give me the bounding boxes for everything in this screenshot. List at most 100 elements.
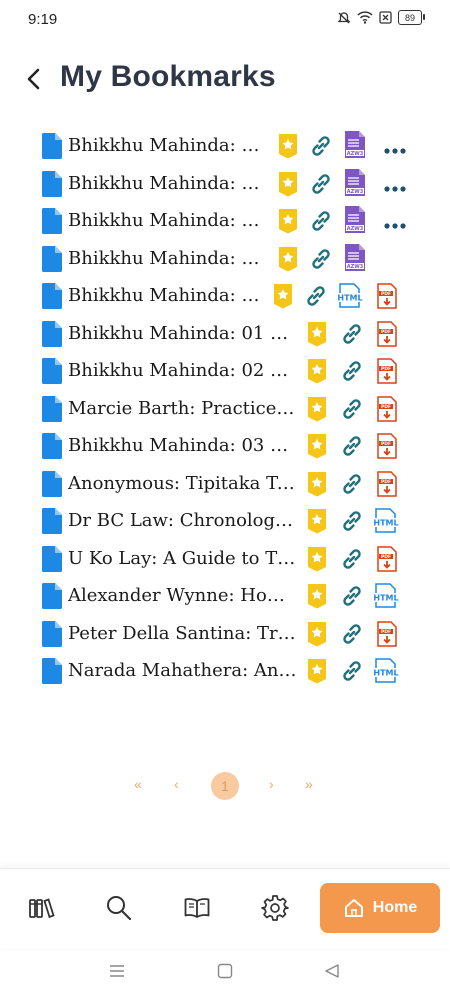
pdf-file-icon[interactable]: PDF — [376, 470, 402, 497]
azw3-file-icon[interactable]: AZW3 — [343, 243, 369, 271]
bookmark-title[interactable]: Dr BC Law: Chronology of the Pali Canon — [68, 510, 298, 534]
document-icon — [42, 395, 62, 422]
library-icon[interactable] — [27, 893, 57, 923]
svg-text:HTML: HTML — [373, 519, 398, 528]
link-icon[interactable] — [339, 396, 365, 422]
more-options-icon[interactable] — [384, 180, 406, 192]
pdf-file-icon[interactable]: PDF — [376, 433, 402, 459]
html-file-icon[interactable]: HTML — [372, 508, 399, 534]
link-icon[interactable] — [339, 658, 365, 684]
link-icon[interactable] — [339, 621, 365, 647]
current-page-button[interactable]: 1 — [211, 772, 239, 800]
open-book-icon[interactable] — [182, 893, 212, 923]
azw3-file-icon[interactable]: AZW3 — [343, 206, 369, 233]
svg-text:PDF: PDF — [381, 404, 391, 410]
svg-text:HTML: HTML — [373, 594, 398, 603]
bookmark-title[interactable]: Bhikkhu Mahinda: The Spirit of the Buddh… — [68, 135, 268, 159]
last-page-button[interactable]: » — [305, 776, 313, 792]
bookmark-title[interactable]: Bhikkhu Mahinda: The Spirit of the Buddh… — [68, 173, 268, 197]
pdf-file-icon[interactable]: PDF — [376, 545, 402, 572]
bookmark-row: Anonymous: Tipitaka Texts PDF — [0, 465, 450, 503]
pdf-file-icon[interactable]: PDF — [376, 620, 402, 647]
link-icon[interactable] — [308, 208, 334, 234]
bookmark-badge-icon[interactable] — [306, 546, 332, 572]
svg-text:HTML: HTML — [373, 669, 398, 678]
home-button[interactable]: Home — [320, 883, 440, 933]
document-icon — [42, 245, 62, 272]
first-page-button[interactable]: « — [134, 776, 142, 792]
bookmark-badge-icon[interactable] — [277, 133, 303, 159]
bookmark-title[interactable]: Bhikkhu Mahinda: The Spirit of the Buddh… — [68, 210, 268, 234]
azw3-file-icon[interactable]: AZW3 — [343, 131, 369, 158]
more-options-icon[interactable] — [384, 142, 406, 154]
pdf-file-icon[interactable]: PDF — [376, 358, 402, 384]
pdf-file-icon[interactable]: PDF — [376, 283, 402, 309]
link-icon[interactable] — [308, 246, 334, 272]
bookmark-title[interactable]: Peter Della Santina: Tree of Enlightenme… — [68, 623, 298, 647]
bookmark-title[interactable]: Marcie Barth: Practice of Meditation — [68, 398, 298, 422]
html-file-icon[interactable]: HTML — [372, 583, 399, 609]
home-square-icon[interactable] — [217, 963, 233, 979]
bookmark-badge-icon[interactable] — [306, 658, 332, 684]
bookmark-title[interactable]: Bhikkhu Mahinda: The Spirit of the Buddh… — [68, 248, 268, 272]
bookmark-row: U Ko Lay: A Guide to Tipitaka PDF — [0, 540, 450, 578]
link-icon[interactable] — [339, 471, 365, 497]
link-icon[interactable] — [339, 433, 365, 459]
bookmark-badge-icon[interactable] — [306, 321, 332, 347]
bookmark-badge-icon[interactable] — [306, 621, 332, 647]
bookmark-badge-icon[interactable] — [306, 508, 332, 534]
link-icon[interactable] — [339, 546, 365, 572]
bookmark-badge-icon[interactable] — [277, 208, 303, 234]
bookmark-title[interactable]: Bhikkhu Mahinda: 02 Essence of the Buddh… — [68, 360, 298, 384]
bookmark-badge-icon[interactable] — [306, 471, 332, 497]
bookmark-row: Marcie Barth: Practice of Meditation PDF — [0, 390, 450, 428]
link-icon[interactable] — [308, 133, 334, 159]
bookmark-badge-icon[interactable] — [272, 283, 298, 309]
bookmark-badge-icon[interactable] — [277, 171, 303, 197]
bookmark-title[interactable]: Bhikkhu Mahinda: The Spirit of the Buddh… — [68, 285, 265, 309]
menu-lines-icon[interactable] — [109, 963, 125, 979]
svg-text:AZW3: AZW3 — [347, 189, 364, 195]
link-icon[interactable] — [339, 583, 365, 609]
pdf-file-icon[interactable]: PDF — [376, 395, 402, 422]
bookmark-title[interactable]: Bhikkhu Mahinda: 01 Essence of the Buddh… — [68, 323, 298, 347]
svg-text:AZW3: AZW3 — [347, 264, 364, 270]
bookmark-row: Bhikkhu Mahinda: The Spirit of the Buddh… — [0, 240, 450, 278]
html-file-icon[interactable]: HTML — [336, 283, 363, 309]
document-icon — [42, 658, 62, 684]
status-bar: 9:19 89 — [0, 0, 450, 40]
bookmark-title[interactable]: Narada Mahathera: An Outline of Buddhism — [68, 660, 298, 684]
svg-text:PDF: PDF — [381, 329, 391, 335]
link-icon[interactable] — [303, 283, 329, 309]
next-page-button[interactable]: › — [269, 776, 274, 792]
svg-text:AZW3: AZW3 — [347, 151, 364, 157]
bookmark-row: Bhikkhu Mahinda: 03 Essence of the Buddh… — [0, 427, 450, 465]
svg-text:AZW3: AZW3 — [347, 226, 364, 232]
bookmark-title[interactable]: Anonymous: Tipitaka Texts — [68, 473, 298, 497]
html-file-icon[interactable]: HTML — [372, 658, 399, 684]
bookmark-row: Bhikkhu Mahinda: 01 Essence of the Buddh… — [0, 315, 450, 353]
bookmark-badge-icon[interactable] — [306, 358, 332, 384]
search-icon[interactable] — [104, 893, 134, 923]
link-icon[interactable] — [339, 508, 365, 534]
pdf-file-icon[interactable]: PDF — [376, 320, 402, 347]
back-arrow-icon[interactable] — [22, 67, 46, 91]
bookmark-title[interactable]: U Ko Lay: A Guide to Tipitaka — [68, 548, 298, 572]
link-icon[interactable] — [308, 171, 334, 197]
back-triangle-icon[interactable] — [324, 963, 340, 979]
link-icon[interactable] — [339, 321, 365, 347]
bookmark-badge-icon[interactable] — [277, 246, 303, 272]
prev-page-button[interactable]: ‹ — [174, 776, 179, 792]
bookmark-badge-icon[interactable] — [306, 396, 332, 422]
settings-gear-icon[interactable] — [260, 893, 290, 923]
azw3-file-icon[interactable]: AZW3 — [343, 168, 369, 196]
bookmark-title[interactable]: Alexander Wynne: How Old is the Suttapit… — [68, 585, 298, 609]
bookmark-badge-icon[interactable] — [306, 583, 332, 609]
link-icon[interactable] — [339, 358, 365, 384]
bookmark-badge-icon[interactable] — [306, 433, 332, 459]
bookmark-title[interactable]: Bhikkhu Mahinda: 03 Essence of the Buddh… — [68, 435, 298, 459]
status-time: 9:19 — [28, 11, 58, 28]
bookmark-row: Dr BC Law: Chronology of the Pali Canon H… — [0, 502, 450, 540]
more-options-icon[interactable] — [384, 217, 406, 229]
bookmark-row: Bhikkhu Mahinda: The Spirit of the Buddh… — [0, 127, 450, 165]
